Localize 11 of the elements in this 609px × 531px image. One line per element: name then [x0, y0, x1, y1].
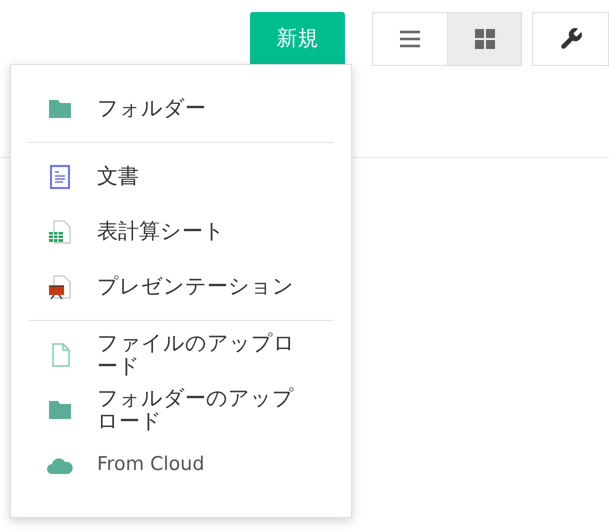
menu-item[interactable]: フォルダー [28, 81, 334, 136]
menu-item[interactable]: 文書 [28, 149, 334, 204]
menu-item[interactable]: From Cloud [28, 437, 334, 492]
menu-item[interactable]: ファイルのアップロード [28, 327, 334, 382]
menu-item[interactable]: フォルダーのアップロード [28, 382, 334, 437]
list-icon [399, 30, 422, 48]
settings-button[interactable] [532, 12, 609, 66]
grid-view-button[interactable] [447, 13, 522, 65]
grid-icon [474, 29, 495, 49]
menu-item[interactable]: プレゼンテーション [28, 259, 334, 314]
menu-item[interactable]: 表計算シート [28, 204, 334, 259]
